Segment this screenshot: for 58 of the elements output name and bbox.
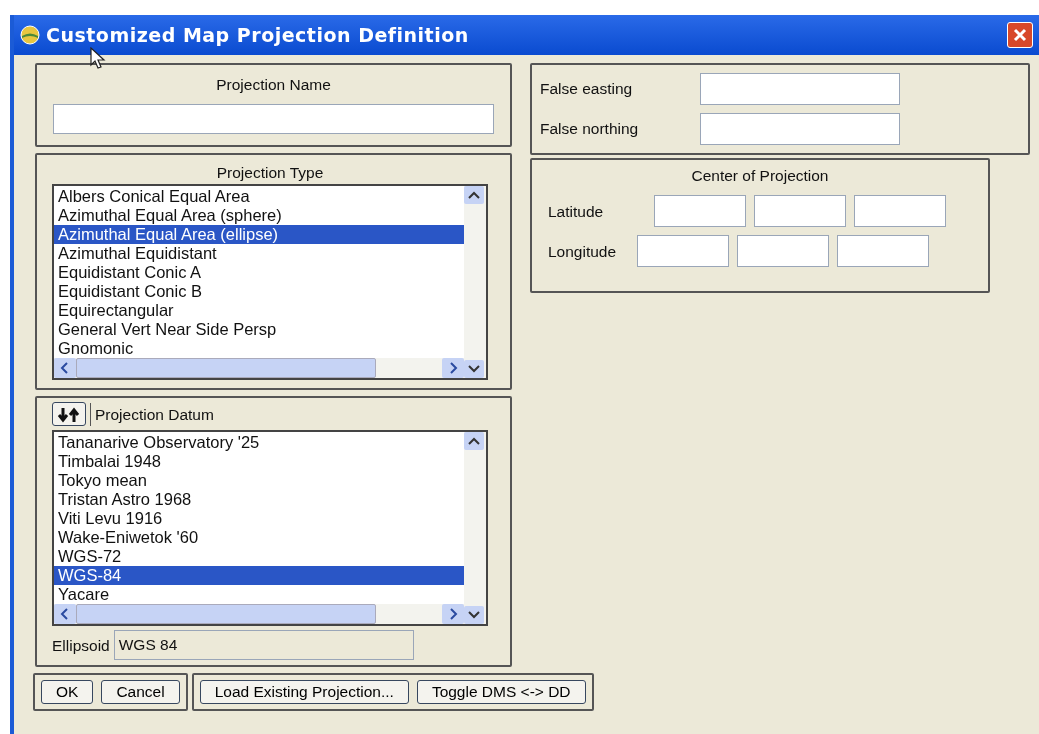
list-item[interactable]: Azimuthal Equal Area (ellipse) (54, 225, 464, 245)
scroll-left-icon[interactable] (54, 358, 76, 379)
list-item[interactable]: Yacare (54, 585, 464, 605)
input-field[interactable] (700, 73, 900, 105)
sort-button[interactable] (52, 402, 86, 427)
dialog-button[interactable]: Load Existing Projection... (199, 680, 409, 705)
list-item[interactable]: Tristan Astro 1968 (54, 490, 464, 510)
field-label: Ellipsoid (52, 635, 110, 656)
list-item[interactable]: Timbalai 1948 (54, 452, 464, 472)
input-field[interactable] (754, 195, 846, 228)
cursor-icon (90, 47, 106, 71)
window-title: Customized Map Projection Definition (46, 22, 469, 48)
input-field[interactable] (637, 235, 729, 268)
field-label: False easting (540, 79, 634, 100)
field-label: Longitude (548, 241, 618, 262)
scroll-down-icon[interactable] (464, 360, 484, 379)
list-item[interactable]: Azimuthal Equal Area (sphere) (54, 206, 464, 226)
scrollbar-thumb[interactable] (76, 358, 376, 379)
close-icon (1013, 28, 1027, 42)
list-item[interactable]: WGS-84 (54, 566, 464, 586)
globe-icon (20, 25, 40, 45)
list-item[interactable]: Azimuthal Equidistant (54, 244, 464, 264)
list-item[interactable]: Equidistant Conic B (54, 282, 464, 302)
close-button[interactable] (1007, 22, 1033, 48)
list-item[interactable]: WGS-72 (54, 547, 464, 567)
list-item[interactable]: Equidistant Conic A (54, 263, 464, 283)
list-item[interactable]: Gnomonic (54, 339, 464, 359)
ellipsoid-field: WGS 84 (113, 630, 414, 661)
dialog-button[interactable]: Toggle DMS <-> DD (416, 680, 586, 705)
input-field[interactable] (700, 113, 900, 145)
list-item[interactable]: Albers Conical Equal Area (54, 187, 464, 207)
list-item[interactable]: Tokyo mean (54, 471, 464, 491)
scroll-right-icon[interactable] (442, 604, 464, 625)
scroll-down-icon[interactable] (464, 606, 484, 625)
sort-icon (57, 407, 81, 424)
dialog-button[interactable]: Cancel (101, 680, 180, 705)
field-label: False northing (540, 119, 640, 140)
list-item[interactable]: Tananarive Observatory '25 (54, 433, 464, 453)
scroll-up-icon[interactable] (464, 432, 484, 451)
group-label: Projection Type (215, 163, 325, 183)
list-item[interactable]: Wake-Eniwetok '60 (54, 528, 464, 548)
input-field[interactable] (854, 195, 946, 228)
input-field[interactable] (737, 235, 829, 268)
field-label: Latitude (548, 201, 605, 222)
input-field[interactable] (837, 235, 929, 268)
list-item[interactable]: General Vert Near Side Persp (54, 320, 464, 340)
list-item[interactable]: Equirectangular (54, 301, 464, 321)
list-item[interactable]: Viti Levu 1916 (54, 509, 464, 529)
input-field[interactable] (53, 104, 494, 135)
scroll-right-icon[interactable] (442, 358, 464, 379)
group-label: Center of Projection (690, 166, 830, 186)
scroll-left-icon[interactable] (54, 604, 76, 625)
input-field[interactable] (654, 195, 746, 228)
group-label: Projection Name (215, 75, 332, 95)
scrollbar-thumb[interactable] (76, 604, 376, 625)
dialog-button[interactable]: OK (41, 680, 94, 705)
group-label: Projection Datum (90, 402, 214, 426)
scroll-up-icon[interactable] (464, 186, 484, 205)
